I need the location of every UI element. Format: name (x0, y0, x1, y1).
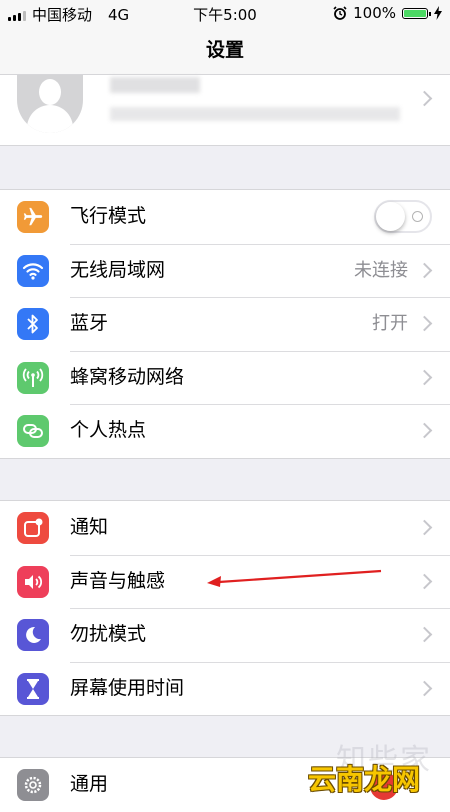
hotspot-icon (17, 415, 49, 447)
bluetooth-label: 蓝牙 (70, 312, 109, 334)
cellular-icon (17, 361, 49, 394)
cellular-row[interactable]: 蜂窝移动网络 (0, 350, 450, 405)
notifications-label: 通知 (70, 516, 109, 538)
chevron-right-icon (416, 369, 433, 385)
connectivity-group: 飞行模式 无线局域网 未连接 蓝牙 打开 蜂窝移动网络 个人热点 (0, 189, 450, 459)
status-right: 100% (333, 4, 442, 22)
notifications-row[interactable]: 通知 (0, 501, 450, 555)
gear-icon (17, 769, 49, 801)
wifi-row[interactable]: 无线局域网 未连接 (0, 243, 450, 298)
chevron-right-icon (416, 626, 433, 643)
moon-icon (17, 619, 49, 651)
airplane-mode-label: 飞行模式 (70, 205, 147, 227)
airplane-mode-row: 飞行模式 (0, 190, 450, 244)
avatar (17, 75, 83, 133)
bluetooth-icon (17, 308, 49, 340)
cellular-label: 蜂窝移动网络 (70, 365, 185, 388)
apple-id-profile[interactable] (0, 75, 450, 146)
charging-icon (434, 6, 442, 20)
wifi-label: 无线局域网 (70, 258, 166, 281)
wifi-status: 未连接 (354, 259, 408, 281)
chevron-right-icon (416, 573, 433, 589)
dnd-row[interactable]: 勿扰模式 (0, 608, 450, 662)
screen-time-row[interactable]: 屏幕使用时间 (0, 661, 450, 716)
battery-fill (404, 9, 426, 17)
airplane-icon (17, 201, 49, 233)
chevron-right-icon (416, 262, 433, 278)
hotspot-label: 个人热点 (70, 419, 147, 441)
chevron-right-icon (416, 519, 433, 536)
dnd-label: 勿扰模式 (70, 623, 147, 645)
toggle-off-indicator (412, 211, 423, 222)
toggle-knob (376, 202, 405, 231)
profile-subtitle-blurred (110, 107, 400, 121)
screen-time-label: 屏幕使用时间 (70, 676, 185, 699)
site-watermark: 云南龙网 (307, 763, 420, 796)
alarm-icon (333, 6, 347, 20)
chevron-right-icon (416, 422, 433, 439)
sound-row[interactable]: 声音与触感 (0, 554, 450, 609)
battery-icon (402, 7, 431, 19)
status-bar: 中国移动 4G 下午5:00 100% (0, 0, 450, 26)
battery-percent: 100% (353, 4, 396, 22)
hourglass-icon (17, 672, 49, 705)
notifications-icon (17, 512, 49, 544)
general-label: 通用 (70, 773, 109, 795)
chevron-right-icon (416, 680, 433, 696)
red-arrow-annotation (207, 569, 382, 587)
notifications-group: 通知 声音与触感 勿扰模式 屏幕使用时间 (0, 500, 450, 716)
sound-icon (17, 565, 49, 598)
sound-label: 声音与触感 (70, 569, 166, 592)
nav-bar: 设置 (0, 26, 450, 75)
chevron-right-icon (416, 90, 433, 107)
airplane-mode-toggle[interactable] (374, 200, 432, 233)
bluetooth-row[interactable]: 蓝牙 打开 (0, 297, 450, 351)
wifi-icon (17, 254, 49, 287)
page-title: 设置 (205, 39, 244, 61)
chevron-right-icon (416, 315, 433, 332)
profile-name-blurred (110, 77, 200, 93)
bluetooth-status: 打开 (372, 313, 408, 334)
hotspot-row[interactable]: 个人热点 (0, 404, 450, 458)
